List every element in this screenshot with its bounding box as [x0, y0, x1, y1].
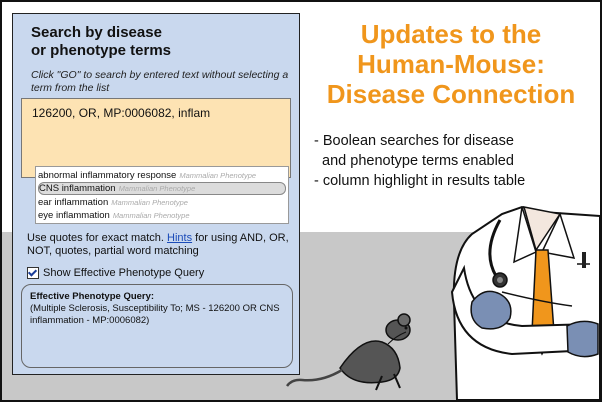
- autocomplete-dropdown: abnormal inflammatory response Mammalian …: [35, 166, 289, 224]
- bullet-item: - Boolean searches for disease: [314, 133, 514, 149]
- dropdown-term: ear inflammation: [38, 197, 109, 208]
- search-panel: Search by disease or phenotype terms Cli…: [12, 13, 300, 375]
- dropdown-item-selected[interactable]: CNS inflammation Mammalian Phenotype: [38, 182, 286, 195]
- headline-line-3: Disease Connection: [326, 79, 576, 109]
- glove: [470, 290, 512, 330]
- headline: Updates to the Human-Mouse: Disease Conn…: [307, 19, 595, 109]
- quotes-help-text: Use quotes for exact match. Hints for us…: [27, 232, 297, 258]
- dropdown-category: Mammalian Phenotype: [118, 184, 196, 193]
- dropdown-item[interactable]: eye inflammation Mammalian Phenotype: [38, 209, 286, 222]
- checkbox-checked-icon[interactable]: [27, 267, 39, 279]
- headline-line-2: Human-Mouse:: [357, 49, 545, 79]
- comic-frame: Search by disease or phenotype terms Cli…: [0, 0, 602, 402]
- hints-link[interactable]: Hints: [167, 232, 192, 244]
- search-panel-title: Search by disease or phenotype terms: [31, 24, 291, 60]
- update-bullets: - Boolean searches for disease and pheno…: [314, 131, 598, 191]
- effective-query-text: (Multiple Sclerosis, Susceptibility To; …: [30, 303, 280, 326]
- bullet-item: and phenotype terms enabled: [314, 153, 514, 169]
- search-input-value: 126200, OR, MP:0006082, inflam: [32, 106, 211, 120]
- dropdown-item[interactable]: abnormal inflammatory response Mammalian …: [38, 169, 286, 182]
- show-effective-toggle[interactable]: Show Effective Phenotype Query: [27, 267, 204, 279]
- dropdown-term: eye inflammation: [38, 210, 110, 221]
- title-line-2: or phenotype terms: [31, 42, 172, 59]
- dropdown-category: Mammalian Phenotype: [179, 171, 257, 180]
- dropdown-term: CNS inflammation: [39, 183, 116, 194]
- quotes-text: Use quotes for exact match.: [27, 232, 168, 244]
- title-line-1: Search by disease: [31, 24, 162, 41]
- dropdown-category: Mammalian Phenotype: [112, 211, 190, 220]
- dropdown-category: Mammalian Phenotype: [111, 198, 188, 207]
- dropdown-term: abnormal inflammatory response: [38, 170, 177, 181]
- doctor-illustration: [450, 205, 600, 400]
- mouse-icon: [285, 313, 411, 391]
- dropdown-item[interactable]: ear inflammation Mammalian Phenotype: [38, 196, 286, 209]
- bullet-item: - column highlight in results table: [314, 173, 526, 189]
- show-effective-label: Show Effective Phenotype Query: [43, 267, 205, 279]
- effective-query-box: Effective Phenotype Query: (Multiple Scl…: [21, 284, 293, 368]
- effective-query-title: Effective Phenotype Query:: [30, 291, 155, 302]
- headline-line-1: Updates to the: [360, 19, 542, 49]
- search-instructions: Click "GO" to search by entered text wit…: [31, 69, 289, 94]
